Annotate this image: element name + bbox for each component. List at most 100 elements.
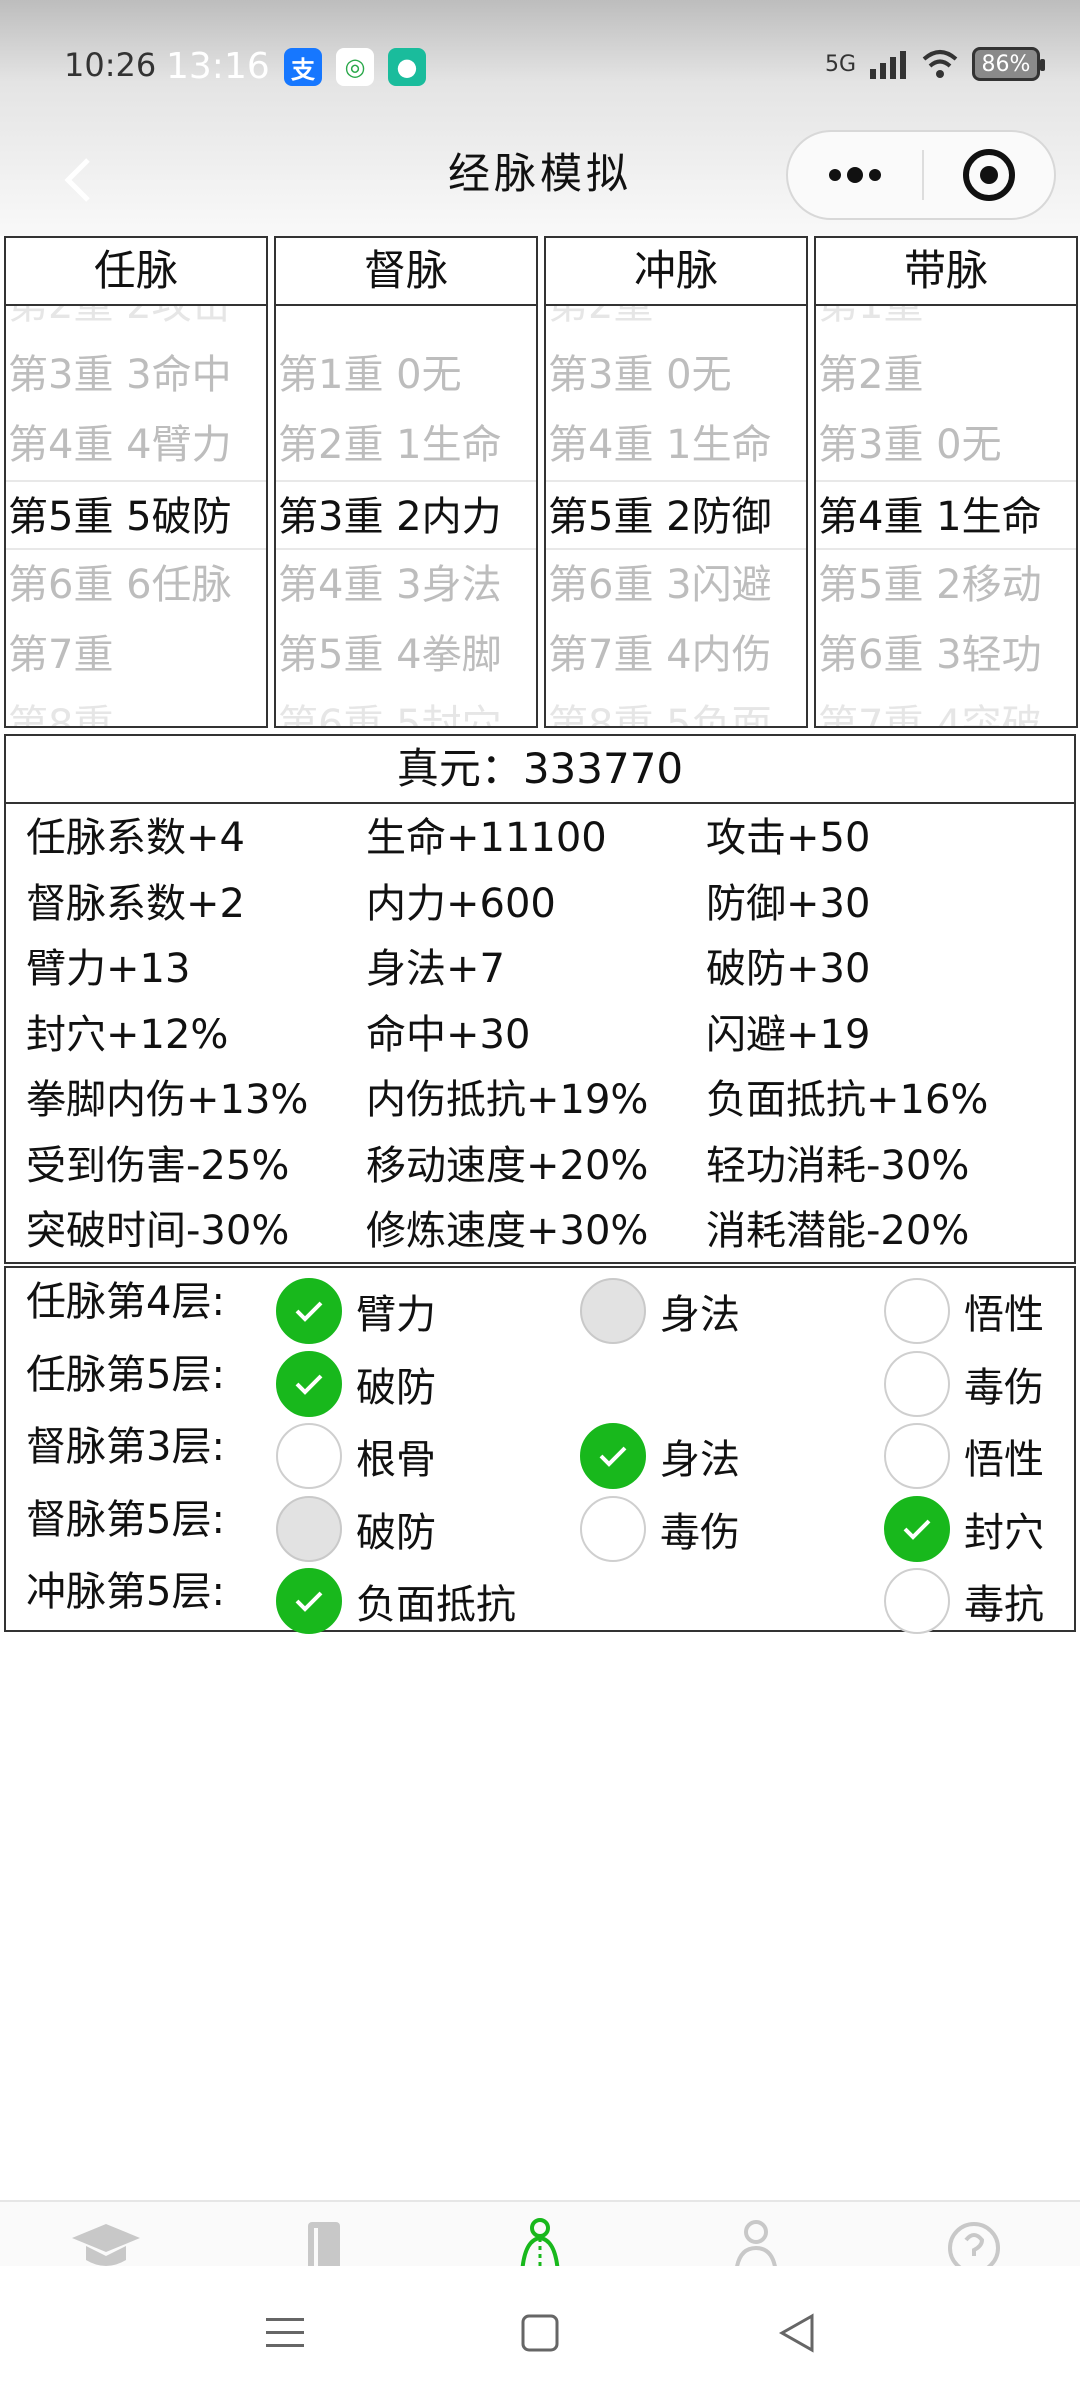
option-choice-label: 悟性 <box>964 1437 1044 1483</box>
status-bar: 10:26 13:16 支 ◎ ● 5G 86% <box>0 0 1080 130</box>
picker-row[interactable]: 第2重 1生命 <box>276 410 536 480</box>
option-choice[interactable]: 身法 <box>580 1421 740 1491</box>
book-icon[interactable] <box>284 2216 364 2266</box>
option-choice-label: 悟性 <box>964 1292 1044 1338</box>
picker-wheel[interactable]: 第1重 0无 第2重 1生命 第3重 2内力 第4重 3身法 第5重 4拳脚 第6重 5封… <box>276 306 536 726</box>
picker-row[interactable]: 第5重 4拳脚 <box>276 620 536 690</box>
picker-row-selected[interactable]: 第4重 1生命 <box>816 480 1076 550</box>
chat-icon: ● <box>388 48 426 86</box>
picker-row[interactable]: 第7重 <box>6 620 266 690</box>
stat-item: 身法+7 <box>366 946 505 992</box>
option-row: 督脉第3层: 根骨 身法 悟性 <box>6 1417 1074 1489</box>
picker-wheel[interactable]: 第2重第3重 0无第4重 1生命第5重 2防御第6重 3闪避第7重 4内伤第8重… <box>546 306 806 726</box>
zhenyuan-total: 真元：333770 <box>6 736 1074 804</box>
option-row-label: 任脉第5层: <box>26 1351 225 1398</box>
option-choice[interactable]: 臂力 <box>276 1276 436 1346</box>
picker-column[interactable]: 督脉 第1重 0无 第2重 1生命 第3重 2内力 第4重 3身法 第5重 4拳脚 第6重 … <box>274 236 538 728</box>
picker-row[interactable]: 第5重 2移动 <box>816 550 1076 620</box>
more-button[interactable] <box>788 132 922 218</box>
stat-item: 命中+30 <box>366 1011 531 1058</box>
picker-column[interactable]: 带脉第1重第2重第3重 0无第4重 1生命第5重 2移动第6重 3轻功第7重 4… <box>814 236 1078 728</box>
picker-row[interactable]: 第7重 4内伤 <box>546 620 806 690</box>
picker-row[interactable]: 第1重 <box>816 306 1076 340</box>
stat-item: 闪避+19 <box>706 1011 871 1058</box>
stat-item: 消耗潜能-20% <box>706 1208 970 1254</box>
picker-row[interactable]: 第8重 5负面 <box>546 690 806 726</box>
stat-item: 受到伤害-25% <box>26 1142 290 1189</box>
picker-row[interactable]: 第6重 6任脉 <box>6 550 266 620</box>
status-indicators: 5G 86% <box>825 44 1045 84</box>
picker-row[interactable]: 第4重 1生命 <box>546 410 806 480</box>
picker-row[interactable]: 第6重 3轻功 <box>816 620 1076 690</box>
help-icon[interactable] <box>934 2216 1014 2266</box>
mobile-icon: ◎ <box>336 48 374 86</box>
checkbox-checked[interactable] <box>884 1495 950 1562</box>
picker-row[interactable]: 第4重 4臂力 <box>6 410 266 480</box>
wifi-icon <box>922 50 958 78</box>
checkbox-unchecked[interactable] <box>884 1568 950 1634</box>
picker-wheel[interactable]: 第2重 2攻击第3重 3命中第4重 4臂力第5重 5破防第6重 6任脉第7重第8… <box>6 306 266 726</box>
checkbox-checked[interactable] <box>580 1423 646 1489</box>
stat-item: 轻功消耗-30% <box>706 1142 970 1189</box>
checkbox-checked[interactable] <box>276 1278 342 1344</box>
checkbox-checked[interactable] <box>276 1350 342 1417</box>
graduation-cap-icon[interactable] <box>66 2216 146 2266</box>
close-miniprogram-button[interactable] <box>924 132 1054 218</box>
user-icon[interactable] <box>716 2216 796 2266</box>
option-choice[interactable]: 悟性 <box>884 1276 1044 1346</box>
picker-title: 任脉 <box>6 238 266 306</box>
option-choice: 身法 <box>580 1276 740 1346</box>
check-icon <box>599 1446 627 1467</box>
picker-row[interactable]: 第3重 0无 <box>546 340 806 410</box>
option-choice[interactable]: 根骨 <box>276 1421 436 1491</box>
picker-row[interactable]: 第2重 2攻击 <box>6 306 266 340</box>
checkbox-checked[interactable] <box>276 1568 342 1634</box>
option-choice[interactable]: 毒伤 <box>580 1494 740 1564</box>
picker-row[interactable]: 第1重 0无 <box>276 340 536 410</box>
option-choice-label: 身法 <box>660 1437 740 1483</box>
picker-row[interactable]: 第6重 5封穴 <box>276 690 536 726</box>
picker-column[interactable]: 冲脉第2重第3重 0无第4重 1生命第5重 2防御第6重 3闪避第7重 4内伤第… <box>544 236 808 728</box>
picker-row[interactable]: 第3重 0无 <box>816 410 1076 480</box>
picker-row[interactable]: 第6重 3闪避 <box>546 550 806 620</box>
picker-wheel[interactable]: 第1重第2重第3重 0无第4重 1生命第5重 2移动第6重 3轻功第7重 4突破 <box>816 306 1076 726</box>
signal-icon <box>870 51 906 79</box>
stat-item: 生命+11100 <box>366 815 607 861</box>
picker-row[interactable]: 第7重 4突破 <box>816 690 1076 726</box>
back-triangle-icon[interactable] <box>774 2310 820 2356</box>
option-choice[interactable]: 毒伤 <box>884 1349 1044 1419</box>
option-row: 督脉第5层: 破防 毒伤 封穴 <box>6 1490 1074 1562</box>
option-choice[interactable]: 破防 <box>276 1349 436 1419</box>
picker-row-selected[interactable]: 第3重 2内力 <box>276 480 536 550</box>
picker-title: 带脉 <box>816 238 1076 306</box>
picker-row-selected[interactable]: 第5重 2防御 <box>546 480 806 550</box>
option-choice[interactable]: 悟性 <box>884 1421 1044 1491</box>
checkbox-unchecked[interactable] <box>884 1350 950 1417</box>
option-choice[interactable]: 负面抵抗 <box>276 1566 516 1636</box>
checkbox-unchecked[interactable] <box>276 1423 342 1489</box>
checkbox-unchecked[interactable] <box>884 1423 950 1489</box>
option-choice[interactable]: 毒抗 <box>884 1566 1044 1636</box>
stat-item: 臂力+13 <box>26 946 191 992</box>
picker-row[interactable]: 第2重 <box>546 306 806 340</box>
checkbox-unchecked[interactable] <box>884 1278 950 1344</box>
picker-row[interactable]: 第4重 3身法 <box>276 550 536 620</box>
home-square-icon[interactable] <box>517 2310 563 2356</box>
picker-column[interactable]: 任脉第2重 2攻击第3重 3命中第4重 4臂力第5重 5破防第6重 6任脉第7重… <box>4 236 268 728</box>
picker-row[interactable] <box>276 306 536 340</box>
option-row: 任脉第4层: 臂力 身法 悟性 <box>6 1272 1074 1344</box>
option-choice[interactable]: 封穴 <box>884 1494 1044 1564</box>
status-time-secondary: 13:16 <box>166 46 270 87</box>
picker-row[interactable]: 第3重 3命中 <box>6 340 266 410</box>
meridian-body-icon[interactable] <box>500 2216 580 2266</box>
system-nav-bar <box>0 2266 1080 2400</box>
stat-item: 督脉系数+2 <box>26 880 245 927</box>
picker-row-selected[interactable]: 第5重 5破防 <box>6 480 266 550</box>
option-choice-label: 根骨 <box>356 1437 436 1483</box>
checkbox-unchecked[interactable] <box>580 1495 646 1562</box>
checkbox-disabled <box>580 1278 646 1344</box>
picker-row[interactable]: 第8重 <box>6 690 266 726</box>
menu-icon[interactable] <box>262 2310 308 2356</box>
option-choice-label: 负面抵抗 <box>356 1582 516 1628</box>
picker-row[interactable]: 第2重 <box>816 340 1076 410</box>
